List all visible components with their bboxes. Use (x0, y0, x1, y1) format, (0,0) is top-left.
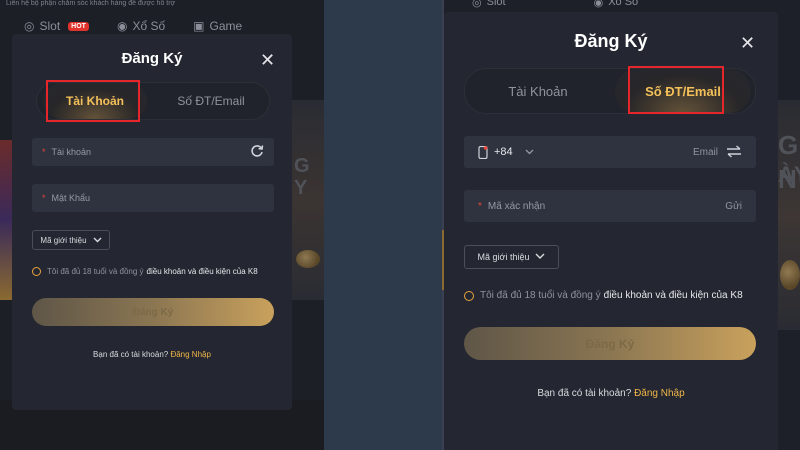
tab-phone-email[interactable]: Số ĐT/Email (615, 69, 751, 113)
swap-icon[interactable] (726, 145, 742, 161)
referral-label: Mã giới thiệu (40, 235, 87, 245)
email-switch-label[interactable]: Email (693, 147, 718, 158)
nav-lottery[interactable]: ◉ Xổ Số (117, 19, 165, 33)
tab-account[interactable]: Tài Khoản (43, 83, 147, 119)
login-link[interactable]: Đăng Nhập (634, 388, 685, 399)
otp-placeholder: Mã xác nhận (487, 200, 546, 212)
chevron-down-icon[interactable] (525, 149, 534, 155)
coin-decoration (296, 250, 320, 268)
refresh-icon[interactable] (250, 144, 264, 160)
promo-text-line-2: ÀY (778, 162, 800, 187)
agree-checkbox-row[interactable]: Tôi đã đủ 18 tuổi và đồng ý điều khoản v… (464, 290, 743, 301)
username-placeholder: Tài khoản (51, 147, 92, 157)
country-code[interactable]: +84 (494, 146, 513, 158)
agree-radio[interactable] (464, 290, 474, 301)
login-prompt: Bạn đã có tài khoản? Đăng Nhập (444, 388, 778, 399)
login-link[interactable]: Đăng Nhập (170, 350, 210, 359)
agree-radio[interactable] (32, 267, 41, 276)
promo-text: GY (294, 155, 310, 199)
have-account-text: Bạn đã có tài khoản? (537, 388, 632, 399)
nav-slot-label: Slot (486, 0, 506, 8)
register-modal-left: Đăng Ký ✕ Tài Khoản Số ĐT/Email * Tài kh… (12, 34, 292, 410)
chevron-down-icon (535, 252, 545, 262)
tab-account[interactable]: Tài Khoản (471, 69, 605, 113)
tab-phone-email-label: Số ĐT/Email (645, 83, 721, 99)
close-icon[interactable]: ✕ (740, 34, 755, 52)
nav-game[interactable]: ▣ Game (193, 19, 242, 33)
hot-badge: HOT (68, 21, 89, 31)
lottery-icon: ◉ (116, 19, 128, 33)
tab-phone-email[interactable]: Số ĐT/Email (155, 83, 267, 119)
referral-dropdown[interactable]: Mã giới thiệu (32, 230, 110, 250)
slot-icon: ◎ (472, 0, 482, 9)
coin-decoration (780, 260, 800, 290)
register-tabs: Tài Khoản Số ĐT/Email (464, 68, 756, 114)
username-field[interactable]: * Tài khoản (32, 138, 274, 166)
tab-account-label: Tài Khoản (508, 83, 568, 99)
login-prompt: Bạn đã có tài khoản? Đăng Nhập (12, 350, 292, 359)
right-side-banner (292, 100, 324, 300)
have-account-text: Bạn đã có tài khoản? (93, 350, 169, 359)
tab-account-label: Tài Khoản (65, 94, 124, 108)
referral-dropdown[interactable]: Mã giới thiệu (464, 245, 559, 269)
nav-lottery[interactable]: ◉ Xổ Số (594, 0, 639, 9)
nav-lottery-label: Xổ Số (608, 0, 639, 8)
required-mark: * (478, 200, 482, 212)
nav-slot[interactable]: ◎ Slot (472, 0, 506, 9)
register-button-label: Đăng Ký (585, 336, 635, 351)
terms-link[interactable]: điều khoản và điều kiện của K8 (604, 290, 743, 301)
required-mark: * (42, 147, 46, 157)
terms-link[interactable]: điều khoản và điều kiện của K8 (147, 267, 258, 276)
register-button[interactable]: Đăng Ký (32, 298, 274, 326)
register-button[interactable]: Đăng Ký (464, 327, 756, 360)
register-tabs: Tài Khoản Số ĐT/Email (36, 82, 270, 120)
top-nav: ◎ Slot ◉ Xổ Số (442, 0, 800, 12)
game-icon: ▣ (193, 19, 205, 33)
otp-field[interactable]: * Mã xác nhận Gửi (464, 190, 756, 222)
register-button-label: Đăng Ký (132, 306, 174, 318)
tab-phone-email-label: Số ĐT/Email (177, 94, 245, 108)
chevron-down-icon (93, 236, 102, 245)
modal-title: Đăng Ký (574, 31, 648, 51)
phone-field[interactable]: +84 Email (464, 136, 756, 168)
nav-lottery-label: Xổ Số (132, 19, 166, 33)
agree-text: Tôi đã đủ 18 tuổi và đồng ý (47, 267, 144, 276)
lottery-icon: ◉ (593, 0, 604, 9)
nav-slot-label: Slot (39, 19, 61, 33)
close-icon[interactable]: ✕ (260, 51, 275, 69)
nav-game-label: Game (209, 19, 243, 33)
password-placeholder: Mật Khẩu (51, 193, 91, 203)
referral-label: Mã giới thiệu (477, 252, 530, 262)
phone-icon (478, 145, 488, 159)
modal-title: Đăng Ký (121, 50, 183, 67)
left-side-banner (0, 140, 12, 300)
slot-icon: ◎ (24, 19, 35, 33)
agree-checkbox-row[interactable]: Tôi đã đủ 18 tuổi và đồng ý điều khoản v… (32, 267, 258, 276)
password-field[interactable]: * Mật Khẩu (32, 184, 274, 212)
required-mark: * (42, 193, 46, 203)
send-code-button[interactable]: Gửi (725, 201, 742, 212)
register-modal-right: Đăng Ký ✕ Tài Khoản Số ĐT/Email +84 Emai… (444, 12, 778, 450)
nav-slot[interactable]: ◎ Slot HOT (24, 19, 89, 33)
agree-text: Tôi đã đủ 18 tuổi và đồng ý (480, 290, 601, 301)
marquee-text: Liên hệ bộ phận chăm sóc khách hàng để đ… (6, 0, 176, 7)
